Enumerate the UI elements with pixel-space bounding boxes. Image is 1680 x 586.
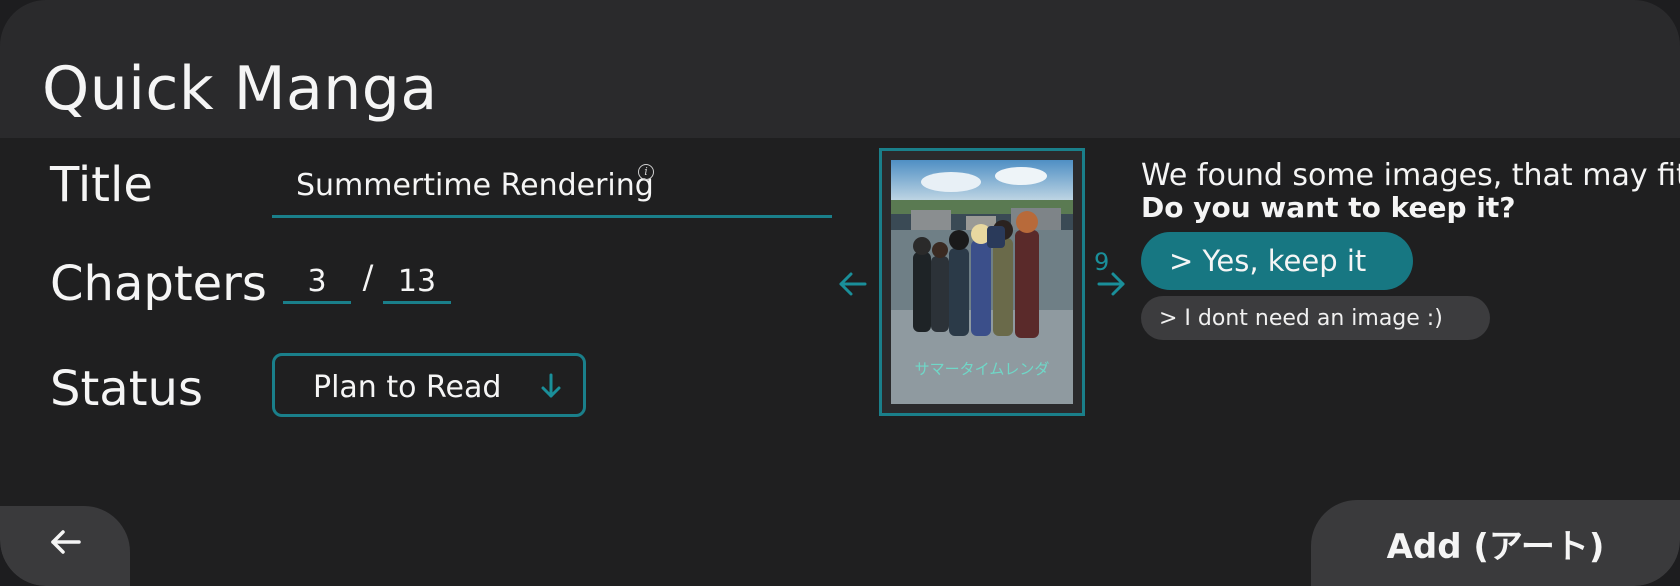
- chapters-separator: /: [362, 258, 374, 296]
- title-field: [272, 160, 832, 218]
- title-label: Title: [50, 157, 153, 213]
- chapters-label: Chapters: [50, 256, 267, 312]
- status-selected-value: Plan to Read: [313, 370, 502, 405]
- cover-overlay-text: サマータイムレンダ: [915, 360, 1050, 378]
- arrow-down-icon: [539, 372, 563, 404]
- chapters-read-input[interactable]: [283, 260, 351, 299]
- title-input[interactable]: [296, 168, 816, 203]
- arrow-left-icon: [51, 530, 81, 554]
- status-label: Status: [50, 361, 203, 417]
- skip-image-button[interactable]: > I dont need an image :): [1141, 296, 1490, 340]
- page-title: Quick Manga: [42, 54, 438, 124]
- cover-image: サマータイムレンダ: [891, 160, 1073, 404]
- add-button[interactable]: Add (アート): [1311, 500, 1680, 586]
- image-suggestion-question: Do you want to keep it?: [1141, 191, 1516, 224]
- chapters-total-input[interactable]: [383, 260, 451, 299]
- keep-image-button[interactable]: > Yes, keep it: [1141, 232, 1413, 290]
- quick-manga-window: Quick Manga Title i Chapters / Status Pl…: [0, 0, 1680, 586]
- image-suggestion-message: We found some images, that may fit.: [1141, 158, 1680, 193]
- chapters-read-field: [283, 260, 351, 304]
- next-image-arrow-icon[interactable]: [1096, 270, 1126, 302]
- prev-image-arrow-icon[interactable]: [838, 270, 868, 302]
- chapters-total-field: [383, 260, 451, 304]
- header: Quick Manga: [0, 0, 1680, 138]
- status-dropdown[interactable]: Plan to Read: [272, 353, 586, 417]
- info-icon[interactable]: i: [638, 164, 654, 180]
- back-button[interactable]: [0, 506, 130, 586]
- cover-image-frame[interactable]: サマータイムレンダ: [879, 148, 1085, 416]
